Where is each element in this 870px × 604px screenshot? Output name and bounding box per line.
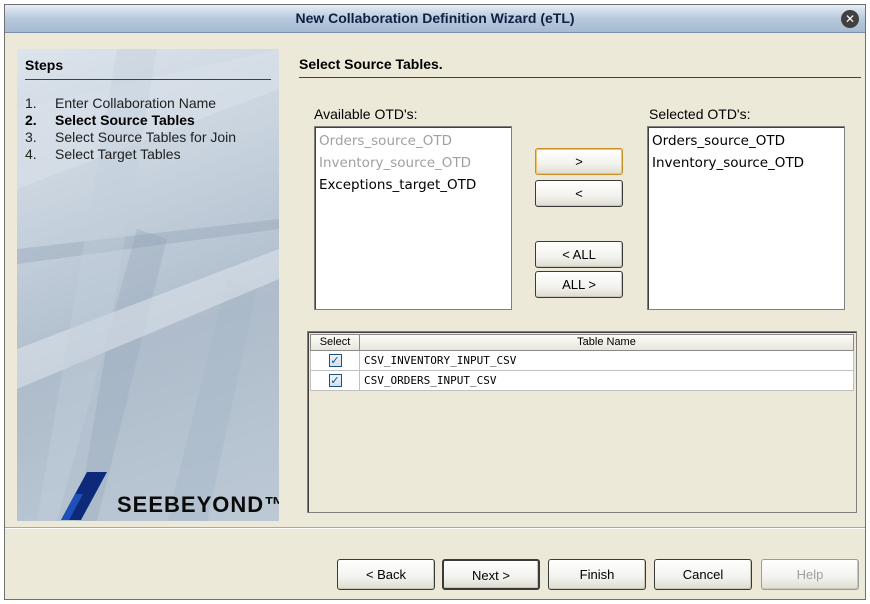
- window-title: New Collaboration Definition Wizard (eTL…: [295, 10, 575, 26]
- step-item-active: 2. Select Source Tables: [25, 112, 275, 129]
- logo-mark-icon: [61, 472, 107, 520]
- step-label: Enter Collaboration Name: [55, 95, 217, 111]
- cancel-button[interactable]: Cancel: [654, 559, 752, 590]
- seebeyond-logo: SEEBEYOND™: [61, 472, 279, 520]
- list-item[interactable]: Exceptions_target_OTD: [319, 174, 507, 196]
- finish-button[interactable]: Finish: [548, 559, 646, 590]
- next-button[interactable]: Next >: [442, 559, 540, 590]
- step-item: 4. Select Target Tables: [25, 146, 275, 163]
- steps-list: 1. Enter Collaboration Name 2. Select Sour…: [25, 95, 275, 163]
- remove-all-button[interactable]: < ALL: [535, 241, 623, 268]
- select-column-header[interactable]: Select: [310, 334, 360, 351]
- step-label: Select Source Tables: [55, 112, 195, 128]
- select-cell: ✓: [310, 371, 360, 391]
- row-checkbox[interactable]: ✓: [328, 374, 342, 387]
- list-item: Inventory_source_OTD: [319, 155, 472, 171]
- wizard-window: New Collaboration Definition Wizard (eTL…: [4, 4, 866, 600]
- title-bar[interactable]: New Collaboration Definition Wizard (eTL…: [5, 5, 865, 33]
- back-button[interactable]: < Back: [337, 559, 435, 590]
- logo-text: SEEBEYOND™: [117, 492, 279, 517]
- table-row[interactable]: ✓ CSV_ORDERS_INPUT_CSV: [310, 371, 854, 391]
- table-name-cell: CSV_ORDERS_INPUT_CSV: [360, 371, 854, 391]
- steps-heading: Steps: [25, 57, 64, 73]
- select-cell: ✓: [310, 351, 360, 371]
- footer-divider: [5, 527, 865, 529]
- add-button[interactable]: >: [535, 148, 623, 175]
- help-button: Help: [761, 559, 859, 590]
- step-item: 3. Select Source Tables for Join: [25, 129, 275, 146]
- list-item: Orders_source_OTD: [319, 133, 452, 149]
- source-tables-table: Select Table Name ✓ CSV_INVENTORY_INPUT_…: [307, 331, 857, 513]
- row-checkbox[interactable]: ✓: [328, 354, 342, 367]
- title-divider: [299, 77, 861, 78]
- table-row[interactable]: ✓ CSV_INVENTORY_INPUT_CSV: [310, 351, 854, 371]
- available-otds-label: Available OTD's:: [314, 106, 418, 122]
- selected-otds-list[interactable]: Orders_source_OTD Inventory_source_OTD: [647, 126, 845, 310]
- steps-divider: [25, 79, 271, 80]
- step-label: Select Source Tables for Join: [55, 129, 237, 145]
- step-number: 4.: [25, 146, 37, 162]
- steps-panel: Steps 1. Enter Collaboration Name 2. Selec…: [17, 49, 279, 521]
- remove-button[interactable]: <: [535, 180, 623, 207]
- step-item: 1. Enter Collaboration Name: [25, 95, 275, 112]
- list-item[interactable]: Inventory_source_OTD: [652, 152, 840, 174]
- table-name-column-header[interactable]: Table Name: [360, 334, 854, 351]
- add-all-button[interactable]: ALL >: [535, 271, 623, 298]
- step-number: 1.: [25, 95, 37, 111]
- table-name-cell: CSV_INVENTORY_INPUT_CSV: [360, 351, 854, 371]
- selected-otds-label: Selected OTD's:: [649, 106, 751, 122]
- list-item[interactable]: Orders_source_OTD: [652, 130, 840, 152]
- step-number: 3.: [25, 129, 37, 145]
- available-otds-list[interactable]: Orders_source_OTD Inventory_source_OTD E…: [314, 126, 512, 310]
- close-icon[interactable]: ✕: [841, 10, 859, 28]
- page-title: Select Source Tables.: [299, 56, 443, 72]
- table-header: Select Table Name: [310, 334, 854, 351]
- step-number: 2.: [25, 112, 37, 128]
- step-label: Select Target Tables: [55, 146, 181, 162]
